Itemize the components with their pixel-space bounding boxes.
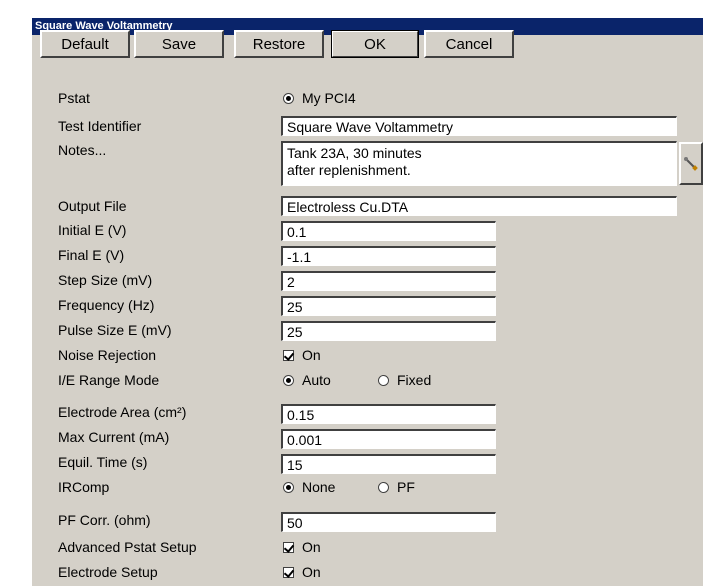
pstat-radio[interactable]: My PCI4 (283, 90, 356, 106)
checkbox-checked-icon (283, 566, 294, 578)
noise-rejection-option-label: On (302, 347, 321, 363)
default-button[interactable]: Default (40, 30, 130, 58)
pstat-label: Pstat (58, 90, 90, 106)
electrode-area-label: Electrode Area (cm²) (58, 404, 187, 420)
pf-corr-field[interactable]: 50 (281, 512, 496, 532)
ie-range-auto-label: Auto (302, 372, 331, 388)
max-current-label: Max Current (mA) (58, 429, 170, 445)
checkbox-checked-icon (283, 349, 294, 361)
notes-label: Notes... (58, 142, 107, 158)
final-e-field[interactable]: -1.1 (281, 246, 496, 266)
test-identifier-label: Test Identifier (58, 118, 142, 134)
restore-button[interactable]: Restore (234, 30, 324, 58)
radio-selected-icon (283, 374, 294, 386)
pulse-size-label: Pulse Size E (mV) (58, 322, 172, 338)
electrode-setup-option-label: On (302, 564, 321, 580)
frequency-field[interactable]: 25 (281, 296, 496, 316)
ie-range-fixed-radio[interactable]: Fixed (378, 372, 431, 388)
ie-range-auto-radio[interactable]: Auto (283, 372, 331, 388)
checkbox-checked-icon (283, 541, 294, 553)
ircomp-none-label: None (302, 479, 336, 495)
equil-time-label: Equil. Time (s) (58, 454, 148, 470)
step-size-label: Step Size (mV) (58, 272, 153, 288)
step-size-field[interactable]: 2 (281, 271, 496, 291)
equil-time-field[interactable]: 15 (281, 454, 496, 474)
advanced-pstat-setup-checkbox[interactable]: On (283, 539, 321, 555)
output-file-label: Output File (58, 198, 127, 214)
electrode-setup-checkbox[interactable]: On (283, 564, 321, 580)
initial-e-label: Initial E (V) (58, 222, 127, 238)
pulse-size-field[interactable]: 25 (281, 321, 496, 341)
ircomp-label: IRComp (58, 479, 110, 495)
radio-selected-icon (283, 92, 294, 104)
radio-selected-icon (283, 481, 294, 493)
pstat-option-label: My PCI4 (302, 90, 356, 106)
electrode-setup-label: Electrode Setup (58, 564, 158, 580)
noise-rejection-checkbox[interactable]: On (283, 347, 321, 363)
final-e-label: Final E (V) (58, 247, 125, 263)
test-identifier-field[interactable]: Square Wave Voltammetry (281, 116, 677, 136)
max-current-field[interactable]: 0.001 (281, 429, 496, 449)
radio-unselected-icon (378, 374, 389, 386)
ok-button[interactable]: OK (331, 30, 419, 58)
save-button[interactable]: Save (134, 30, 224, 58)
advanced-pstat-setup-label: Advanced Pstat Setup (58, 539, 197, 555)
output-file-field[interactable]: Electroless Cu.DTA (281, 196, 677, 216)
notes-edit-button[interactable] (679, 142, 703, 185)
ircomp-pf-radio[interactable]: PF (378, 479, 415, 495)
radio-unselected-icon (378, 481, 389, 493)
ie-range-fixed-label: Fixed (397, 372, 432, 388)
advanced-pstat-setup-option-label: On (302, 539, 321, 555)
notes-field[interactable]: Tank 23A, 30 minutes after replenishment… (281, 141, 677, 186)
ircomp-pf-label: PF (397, 479, 415, 495)
ie-range-mode-label: I/E Range Mode (58, 372, 160, 388)
electrode-area-field[interactable]: 0.15 (281, 404, 496, 424)
cancel-button[interactable]: Cancel (424, 30, 514, 58)
initial-e-field[interactable]: 0.1 (281, 221, 496, 241)
ircomp-none-radio[interactable]: None (283, 479, 335, 495)
noise-rejection-label: Noise Rejection (58, 347, 157, 363)
wrench-icon (684, 156, 698, 171)
pf-corr-label: PF Corr. (ohm) (58, 512, 151, 528)
frequency-label: Frequency (Hz) (58, 297, 155, 313)
